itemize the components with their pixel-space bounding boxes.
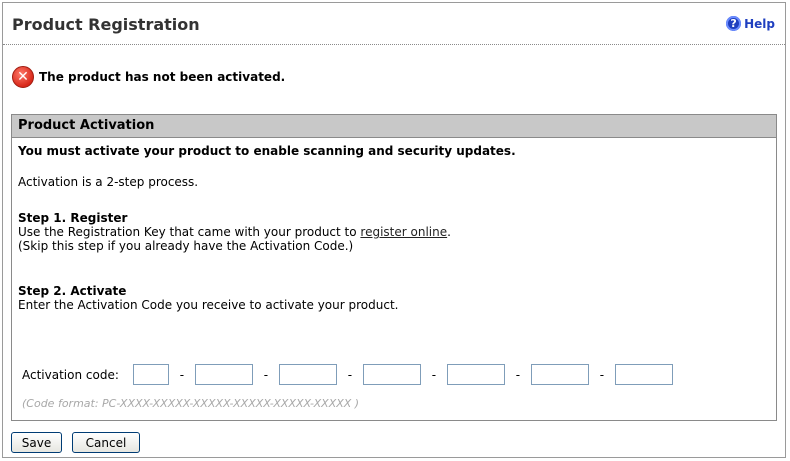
error-icon: ✕ [12, 66, 34, 88]
code-format-hint: (Code format: PC-XXXX-XXXXX-XXXXX-XXXXX-… [22, 397, 360, 410]
step2-title: Step 2. Activate [18, 284, 127, 298]
activation-code-segment-4[interactable] [362, 364, 421, 385]
step1-title: Step 1. Register [18, 211, 128, 225]
product-activation-panel: Product Activation You must activate you… [11, 114, 777, 421]
step1-note: (Skip this step if you already have the … [18, 239, 354, 253]
intro-bold-text: You must activate your product to enable… [18, 144, 516, 158]
code-separator: - [431, 367, 437, 382]
activation-code-label: Activation code: [22, 367, 119, 382]
help-label[interactable]: Help [744, 17, 775, 31]
help-icon[interactable]: ? [726, 16, 742, 31]
help-link[interactable]: ? Help [726, 16, 775, 31]
activation-alert: ✕ The product has not been activated. [12, 66, 285, 88]
page-title: Product Registration [12, 15, 200, 34]
page-header: Product Registration ? Help [3, 3, 785, 45]
activation-code-row: Activation code: - - - - - - [22, 364, 673, 385]
step1-text: Use the Registration Key that came with … [18, 225, 451, 239]
code-separator: - [347, 367, 353, 382]
activation-code-segment-1[interactable] [132, 364, 169, 385]
code-separator: - [263, 367, 269, 382]
activation-code-segment-6[interactable] [530, 364, 589, 385]
activation-code-segment-2[interactable] [194, 364, 253, 385]
alert-message: The product has not been activated. [39, 70, 286, 84]
activation-code-segment-5[interactable] [446, 364, 505, 385]
code-separator: - [179, 367, 185, 382]
step1-text-after: . [447, 225, 451, 239]
step2-text: Enter the Activation Code you receive to… [18, 298, 399, 312]
code-separator: - [599, 367, 605, 382]
cancel-button[interactable]: Cancel [72, 432, 140, 453]
activation-code-segment-3[interactable] [278, 364, 337, 385]
intro-text: Activation is a 2-step process. [18, 175, 199, 189]
register-online-link[interactable]: register online [360, 225, 447, 239]
main-frame: Product Registration ? Help ✕ The produc… [2, 2, 786, 458]
save-button[interactable]: Save [11, 432, 62, 453]
step1-text-before: Use the Registration Key that came with … [18, 225, 361, 239]
panel-title: Product Activation [12, 115, 776, 138]
activation-code-segment-7[interactable] [614, 364, 673, 385]
code-separator: - [515, 367, 521, 382]
